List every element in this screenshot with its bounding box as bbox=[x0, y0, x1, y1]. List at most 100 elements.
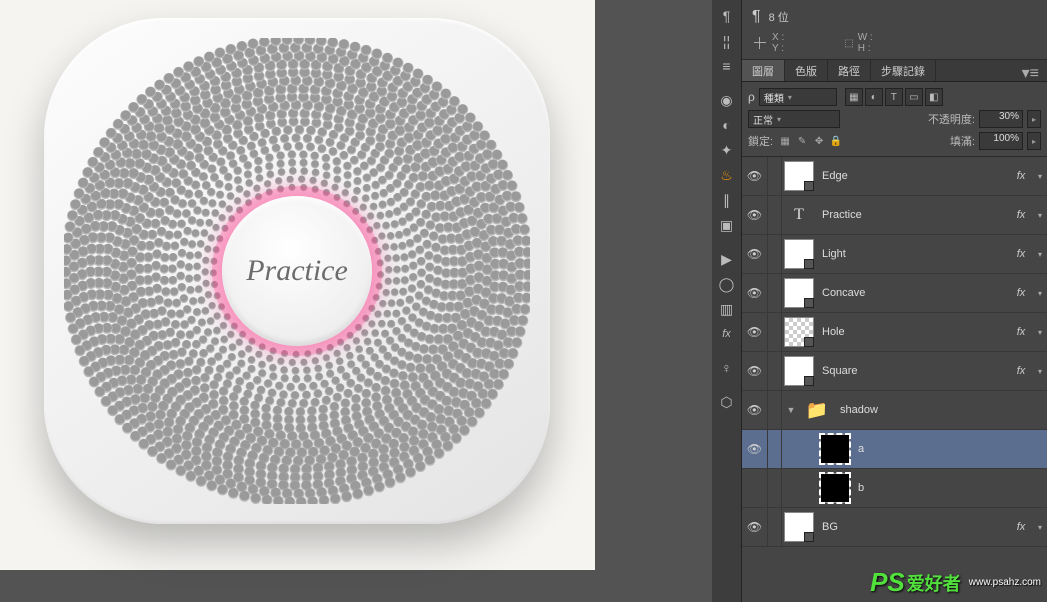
filter-text-icon[interactable]: T bbox=[885, 88, 903, 106]
tab-channels[interactable]: 色版 bbox=[785, 60, 828, 81]
wand-tool-icon[interactable]: ✦ bbox=[714, 138, 740, 162]
fx-expand-icon[interactable]: ▾ bbox=[1033, 250, 1047, 259]
document-canvas[interactable]: Practice bbox=[0, 0, 595, 570]
pilcrow-icon: ¶ bbox=[752, 8, 761, 26]
layer-name-label[interactable]: Square bbox=[816, 365, 1009, 377]
opacity-input[interactable]: 30% bbox=[979, 110, 1023, 128]
visibility-toggle[interactable]: 👁 bbox=[742, 157, 768, 195]
fx-expand-icon[interactable]: ▾ bbox=[1033, 289, 1047, 298]
visibility-toggle[interactable]: 👁 bbox=[742, 196, 768, 234]
swatches-tool-icon[interactable]: ≡ bbox=[714, 54, 740, 78]
fx-expand-icon[interactable]: ▾ bbox=[1033, 172, 1047, 181]
blend-mode-dropdown[interactable]: 正常 bbox=[748, 110, 840, 128]
layer-name-label[interactable]: Hole bbox=[816, 326, 1009, 338]
dimensions-icon: ⬚ bbox=[844, 38, 853, 49]
opacity-flyout-button[interactable]: ▸ bbox=[1027, 110, 1041, 128]
layer-thumbnail bbox=[784, 161, 814, 191]
layer-row[interactable]: 👁 Edgefx▾ bbox=[742, 157, 1047, 196]
layer-name-label[interactable]: BG bbox=[816, 521, 1009, 533]
center-button-label: Practice bbox=[246, 254, 348, 288]
lock-position-icon[interactable]: ✥ bbox=[811, 133, 827, 149]
flame-tool-icon[interactable]: ♨ bbox=[714, 163, 740, 187]
layers-list[interactable]: 👁Edgefx▾👁TPracticefx▾👁Lightfx▾👁Concavefx… bbox=[742, 157, 1047, 602]
visibility-toggle[interactable]: 👁 bbox=[742, 352, 768, 390]
visibility-toggle[interactable]: 👁 bbox=[742, 274, 768, 312]
fx-expand-icon[interactable]: ▾ bbox=[1033, 328, 1047, 337]
brushes-tool-icon[interactable]: ¦¦ bbox=[714, 29, 740, 53]
lock-label: 鎖定: bbox=[748, 133, 773, 149]
tab-history[interactable]: 步驟記錄 bbox=[871, 60, 936, 81]
fx-indicator[interactable]: fx bbox=[1009, 521, 1033, 533]
layer-filter-buttons: ▦ ◐ T ▭ ◧ bbox=[845, 88, 943, 106]
circle-tool-icon[interactable]: ◯ bbox=[714, 272, 740, 296]
layer-name-label[interactable]: Practice bbox=[816, 209, 1009, 221]
fx-expand-icon[interactable]: ▾ bbox=[1033, 367, 1047, 376]
layer-row[interactable]: 👁 Concavefx▾ bbox=[742, 274, 1047, 313]
histogram-tool-icon[interactable]: ▥ bbox=[714, 297, 740, 321]
color-tool-icon[interactable]: ◉ bbox=[714, 88, 740, 112]
lines-tool-icon[interactable]: ∥ bbox=[714, 188, 740, 212]
panel-tabs: 圖層 色版 路徑 步驟記錄 ▾≡ bbox=[742, 60, 1047, 82]
layer-name-label[interactable]: shadow bbox=[834, 404, 1047, 416]
cube-tool-icon[interactable]: ⬡ bbox=[714, 390, 740, 414]
fx-indicator[interactable]: fx bbox=[1009, 287, 1033, 299]
fx-tool-icon[interactable]: fx bbox=[714, 322, 740, 346]
layer-row[interactable]: 👁TPracticefx▾ bbox=[742, 196, 1047, 235]
layer-row[interactable]: 👁 Holefx▾ bbox=[742, 313, 1047, 352]
layer-row[interactable]: 👁 ▼📁shadow bbox=[742, 391, 1047, 430]
right-panels: ¶ 8 位 X :Y : ⬚ W :H : 圖層 色版 路徑 步驟記錄 ▾≡ ρ… bbox=[742, 0, 1047, 602]
fx-indicator[interactable]: fx bbox=[1009, 170, 1033, 182]
folder-toggle-icon[interactable]: ▼ bbox=[782, 391, 800, 429]
layer-row[interactable]: 👁 BGfx▾ bbox=[742, 508, 1047, 547]
center-button: Practice bbox=[222, 196, 372, 346]
adjust-tool-icon[interactable]: ◐ bbox=[714, 113, 740, 137]
panel-menu-icon[interactable]: ▾≡ bbox=[1014, 60, 1047, 81]
lock-pixels-icon[interactable]: ✎ bbox=[794, 133, 810, 149]
visibility-toggle[interactable]: 👁 bbox=[742, 430, 768, 468]
lock-all-icon[interactable]: 🔒 bbox=[828, 133, 844, 149]
tab-paths[interactable]: 路徑 bbox=[828, 60, 871, 81]
library-tool-icon[interactable]: ▣ bbox=[714, 213, 740, 237]
layer-row[interactable]: 👁 Lightfx▾ bbox=[742, 235, 1047, 274]
layer-row[interactable]: 👁a bbox=[742, 430, 1047, 469]
visibility-toggle[interactable]: 👁 bbox=[742, 391, 768, 429]
folder-icon: 📁 bbox=[802, 395, 832, 425]
bulb-tool-icon[interactable]: ♀ bbox=[714, 356, 740, 380]
fx-expand-icon[interactable]: ▾ bbox=[1033, 211, 1047, 220]
fx-indicator[interactable]: fx bbox=[1009, 326, 1033, 338]
filter-adjust-icon[interactable]: ◐ bbox=[865, 88, 883, 106]
paragraph-tool-icon[interactable]: ¶ bbox=[714, 4, 740, 28]
fx-indicator[interactable]: fx bbox=[1009, 248, 1033, 260]
fill-input[interactable]: 100% bbox=[979, 132, 1023, 150]
vertical-toolbar: ¶ ¦¦ ≡ ◉ ◐ ✦ ♨ ∥ ▣ ▶ ◯ ▥ fx ♀ ⬡ bbox=[712, 0, 742, 602]
wh-readout: ⬚ W :H : bbox=[844, 32, 872, 54]
tab-layers[interactable]: 圖層 bbox=[742, 60, 785, 81]
visibility-toggle[interactable]: 👁 bbox=[742, 313, 768, 351]
fx-indicator[interactable]: fx bbox=[1009, 209, 1033, 221]
visibility-toggle[interactable]: 👁 bbox=[742, 508, 768, 546]
layer-name-label[interactable]: Concave bbox=[816, 287, 1009, 299]
lock-transparency-icon[interactable]: ▦ bbox=[777, 133, 793, 149]
layer-thumbnail bbox=[820, 434, 850, 464]
fill-flyout-button[interactable]: ▸ bbox=[1027, 132, 1041, 150]
layer-name-label[interactable]: a bbox=[852, 443, 1047, 455]
visibility-toggle[interactable] bbox=[742, 469, 768, 507]
filter-smart-icon[interactable]: ◧ bbox=[925, 88, 943, 106]
layer-kind-dropdown[interactable]: 種類 bbox=[759, 88, 837, 106]
fx-expand-icon[interactable]: ▾ bbox=[1033, 523, 1047, 532]
layer-thumbnail bbox=[784, 512, 814, 542]
layer-name-label[interactable]: Light bbox=[816, 248, 1009, 260]
play-tool-icon[interactable]: ▶ bbox=[714, 247, 740, 271]
layer-name-label[interactable]: Edge bbox=[816, 170, 1009, 182]
layer-row[interactable]: b bbox=[742, 469, 1047, 508]
layer-row[interactable]: 👁 Squarefx▾ bbox=[742, 352, 1047, 391]
crosshair-icon bbox=[752, 35, 768, 51]
filter-shape-icon[interactable]: ▭ bbox=[905, 88, 923, 106]
visibility-toggle[interactable]: 👁 bbox=[742, 235, 768, 273]
layer-name-label[interactable]: b bbox=[852, 482, 1047, 494]
filter-pixel-icon[interactable]: ▦ bbox=[845, 88, 863, 106]
fx-indicator[interactable]: fx bbox=[1009, 365, 1033, 377]
layer-thumbnail bbox=[784, 278, 814, 308]
layer-thumbnail bbox=[784, 239, 814, 269]
info-panel: ¶ 8 位 X :Y : ⬚ W :H : bbox=[742, 0, 1047, 60]
